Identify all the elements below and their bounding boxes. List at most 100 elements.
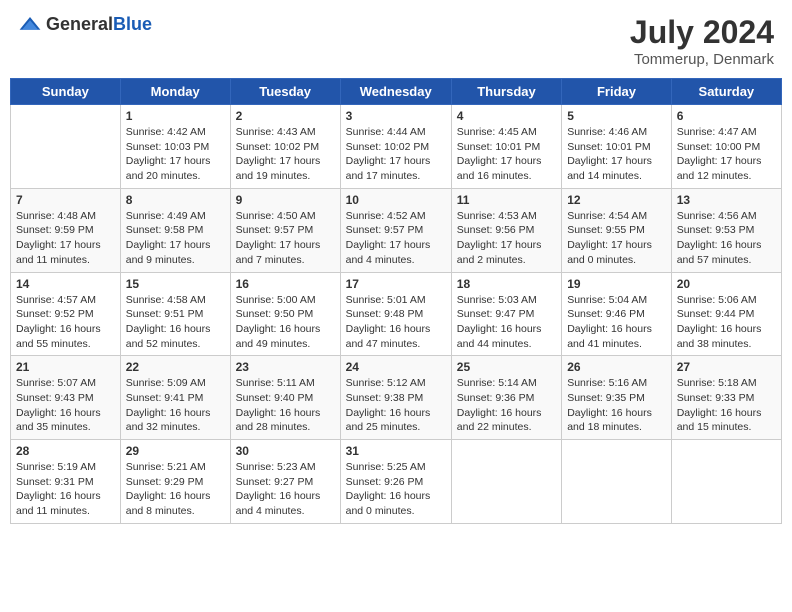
day-info: Sunrise: 4:57 AM Sunset: 9:52 PM Dayligh… bbox=[16, 293, 115, 352]
calendar-cell: 12 Sunrise: 4:54 AM Sunset: 9:55 PM Dayli… bbox=[562, 188, 672, 272]
day-info: Sunrise: 5:16 AM Sunset: 9:35 PM Dayligh… bbox=[567, 376, 666, 435]
logo: GeneralBlue bbox=[18, 14, 152, 35]
day-number: 30 bbox=[236, 444, 335, 458]
day-number: 26 bbox=[567, 360, 666, 374]
day-number: 3 bbox=[346, 109, 446, 123]
logo-text: GeneralBlue bbox=[46, 14, 152, 35]
day-info: Sunrise: 4:44 AM Sunset: 10:02 PM Daylig… bbox=[346, 125, 446, 184]
calendar-cell: 19Sunrise: 5:04 AM Sunset: 9:46 PM Dayli… bbox=[562, 272, 672, 356]
calendar-cell: 16 Sunrise: 5:00 AM Sunset: 9:50 PM Dayli… bbox=[230, 272, 340, 356]
day-number: 23 bbox=[236, 360, 335, 374]
day-number: 13 bbox=[677, 193, 776, 207]
calendar-table: SundayMondayTuesdayWednesdayThursdayFrid… bbox=[10, 78, 782, 524]
calendar-cell: 13 Sunrise: 4:56 AM Sunset: 9:53 PM Dayli… bbox=[671, 188, 781, 272]
calendar-cell: 25 Sunrise: 5:14 AM Sunset: 9:36 PM Dayli… bbox=[451, 356, 561, 440]
day-number: 20 bbox=[677, 277, 776, 291]
day-info: Sunrise: 4:54 AM Sunset: 9:55 PM Dayligh… bbox=[567, 209, 666, 268]
calendar-cell: 10 Sunrise: 4:52 AM Sunset: 9:57 PM Dayli… bbox=[340, 188, 451, 272]
day-number: 21 bbox=[16, 360, 115, 374]
calendar-cell: 8Sunrise: 4:49 AM Sunset: 9:58 PM Daylig… bbox=[120, 188, 230, 272]
calendar-cell bbox=[671, 440, 781, 524]
calendar-cell: 15 Sunrise: 4:58 AM Sunset: 9:51 PM Dayli… bbox=[120, 272, 230, 356]
calendar-cell: 7Sunrise: 4:48 AM Sunset: 9:59 PM Daylig… bbox=[11, 188, 121, 272]
calendar-week-row: 28Sunrise: 5:19 AM Sunset: 9:31 PM Dayli… bbox=[11, 440, 782, 524]
day-number: 10 bbox=[346, 193, 446, 207]
calendar-cell: 3 Sunrise: 4:44 AM Sunset: 10:02 PM Dayli… bbox=[340, 105, 451, 189]
day-number: 16 bbox=[236, 277, 335, 291]
day-info: Sunrise: 4:46 AM Sunset: 10:01 PM Daylig… bbox=[567, 125, 666, 184]
day-number: 1 bbox=[126, 109, 225, 123]
calendar-cell: 11 Sunrise: 4:53 AM Sunset: 9:56 PM Dayli… bbox=[451, 188, 561, 272]
day-number: 17 bbox=[346, 277, 446, 291]
day-number: 25 bbox=[457, 360, 556, 374]
day-info: Sunrise: 4:45 AM Sunset: 10:01 PM Daylig… bbox=[457, 125, 556, 184]
logo-icon bbox=[18, 15, 42, 35]
day-number: 11 bbox=[457, 193, 556, 207]
day-info: Sunrise: 5:00 AM Sunset: 9:50 PM Dayligh… bbox=[236, 293, 335, 352]
calendar-cell: 22 Sunrise: 5:09 AM Sunset: 9:41 PM Dayli… bbox=[120, 356, 230, 440]
day-number: 9 bbox=[236, 193, 335, 207]
calendar-cell: 5Sunrise: 4:46 AM Sunset: 10:01 PM Dayli… bbox=[562, 105, 672, 189]
calendar-cell: 27Sunrise: 5:18 AM Sunset: 9:33 PM Dayli… bbox=[671, 356, 781, 440]
day-info: Sunrise: 4:52 AM Sunset: 9:57 PM Dayligh… bbox=[346, 209, 446, 268]
day-header-sunday: Sunday bbox=[11, 79, 121, 105]
day-info: Sunrise: 4:58 AM Sunset: 9:51 PM Dayligh… bbox=[126, 293, 225, 352]
day-info: Sunrise: 5:06 AM Sunset: 9:44 PM Dayligh… bbox=[677, 293, 776, 352]
calendar-cell: 18Sunrise: 5:03 AM Sunset: 9:47 PM Dayli… bbox=[451, 272, 561, 356]
day-info: Sunrise: 5:03 AM Sunset: 9:47 PM Dayligh… bbox=[457, 293, 556, 352]
day-number: 24 bbox=[346, 360, 446, 374]
day-info: Sunrise: 4:47 AM Sunset: 10:00 PM Daylig… bbox=[677, 125, 776, 184]
day-info: Sunrise: 4:56 AM Sunset: 9:53 PM Dayligh… bbox=[677, 209, 776, 268]
calendar-cell: 4 Sunrise: 4:45 AM Sunset: 10:01 PM Dayli… bbox=[451, 105, 561, 189]
day-header-monday: Monday bbox=[120, 79, 230, 105]
calendar-cell: 30Sunrise: 5:23 AM Sunset: 9:27 PM Dayli… bbox=[230, 440, 340, 524]
day-info: Sunrise: 5:14 AM Sunset: 9:36 PM Dayligh… bbox=[457, 376, 556, 435]
calendar-cell: 9Sunrise: 4:50 AM Sunset: 9:57 PM Daylig… bbox=[230, 188, 340, 272]
calendar-cell: 2 Sunrise: 4:43 AM Sunset: 10:02 PM Dayli… bbox=[230, 105, 340, 189]
day-info: Sunrise: 5:11 AM Sunset: 9:40 PM Dayligh… bbox=[236, 376, 335, 435]
day-number: 2 bbox=[236, 109, 335, 123]
location: Tommerup, Denmark bbox=[630, 51, 774, 68]
calendar-week-row: 1 Sunrise: 4:42 AM Sunset: 10:03 PM Dayli… bbox=[11, 105, 782, 189]
logo-blue: Blue bbox=[113, 14, 152, 34]
day-number: 8 bbox=[126, 193, 225, 207]
day-info: Sunrise: 5:04 AM Sunset: 9:46 PM Dayligh… bbox=[567, 293, 666, 352]
page-header: GeneralBlue July 2024 Tommerup, Denmark bbox=[10, 10, 782, 72]
calendar-cell: 31 Sunrise: 5:25 AM Sunset: 9:26 PM Dayli… bbox=[340, 440, 451, 524]
day-number: 12 bbox=[567, 193, 666, 207]
calendar-week-row: 7Sunrise: 4:48 AM Sunset: 9:59 PM Daylig… bbox=[11, 188, 782, 272]
day-number: 15 bbox=[126, 277, 225, 291]
calendar-cell: 1 Sunrise: 4:42 AM Sunset: 10:03 PM Dayli… bbox=[120, 105, 230, 189]
day-header-thursday: Thursday bbox=[451, 79, 561, 105]
day-info: Sunrise: 5:21 AM Sunset: 9:29 PM Dayligh… bbox=[126, 460, 225, 519]
day-number: 27 bbox=[677, 360, 776, 374]
calendar-cell: 17Sunrise: 5:01 AM Sunset: 9:48 PM Dayli… bbox=[340, 272, 451, 356]
day-info: Sunrise: 5:12 AM Sunset: 9:38 PM Dayligh… bbox=[346, 376, 446, 435]
calendar-cell bbox=[11, 105, 121, 189]
day-number: 31 bbox=[346, 444, 446, 458]
day-number: 28 bbox=[16, 444, 115, 458]
day-number: 6 bbox=[677, 109, 776, 123]
day-header-tuesday: Tuesday bbox=[230, 79, 340, 105]
calendar-week-row: 21 Sunrise: 5:07 AM Sunset: 9:43 PM Dayli… bbox=[11, 356, 782, 440]
day-info: Sunrise: 5:09 AM Sunset: 9:41 PM Dayligh… bbox=[126, 376, 225, 435]
logo-general: General bbox=[46, 14, 113, 34]
day-number: 4 bbox=[457, 109, 556, 123]
calendar-cell: 28Sunrise: 5:19 AM Sunset: 9:31 PM Dayli… bbox=[11, 440, 121, 524]
day-number: 14 bbox=[16, 277, 115, 291]
day-info: Sunrise: 4:53 AM Sunset: 9:56 PM Dayligh… bbox=[457, 209, 556, 268]
title-block: July 2024 Tommerup, Denmark bbox=[630, 14, 774, 68]
day-info: Sunrise: 4:48 AM Sunset: 9:59 PM Dayligh… bbox=[16, 209, 115, 268]
calendar-cell: 23 Sunrise: 5:11 AM Sunset: 9:40 PM Dayli… bbox=[230, 356, 340, 440]
calendar-cell: 20 Sunrise: 5:06 AM Sunset: 9:44 PM Dayli… bbox=[671, 272, 781, 356]
day-number: 22 bbox=[126, 360, 225, 374]
day-info: Sunrise: 4:42 AM Sunset: 10:03 PM Daylig… bbox=[126, 125, 225, 184]
day-info: Sunrise: 5:07 AM Sunset: 9:43 PM Dayligh… bbox=[16, 376, 115, 435]
day-info: Sunrise: 4:43 AM Sunset: 10:02 PM Daylig… bbox=[236, 125, 335, 184]
calendar-cell bbox=[562, 440, 672, 524]
day-number: 29 bbox=[126, 444, 225, 458]
calendar-cell: 26 Sunrise: 5:16 AM Sunset: 9:35 PM Dayli… bbox=[562, 356, 672, 440]
day-info: Sunrise: 5:25 AM Sunset: 9:26 PM Dayligh… bbox=[346, 460, 446, 519]
calendar-header-row: SundayMondayTuesdayWednesdayThursdayFrid… bbox=[11, 79, 782, 105]
calendar-week-row: 14 Sunrise: 4:57 AM Sunset: 9:52 PM Dayli… bbox=[11, 272, 782, 356]
